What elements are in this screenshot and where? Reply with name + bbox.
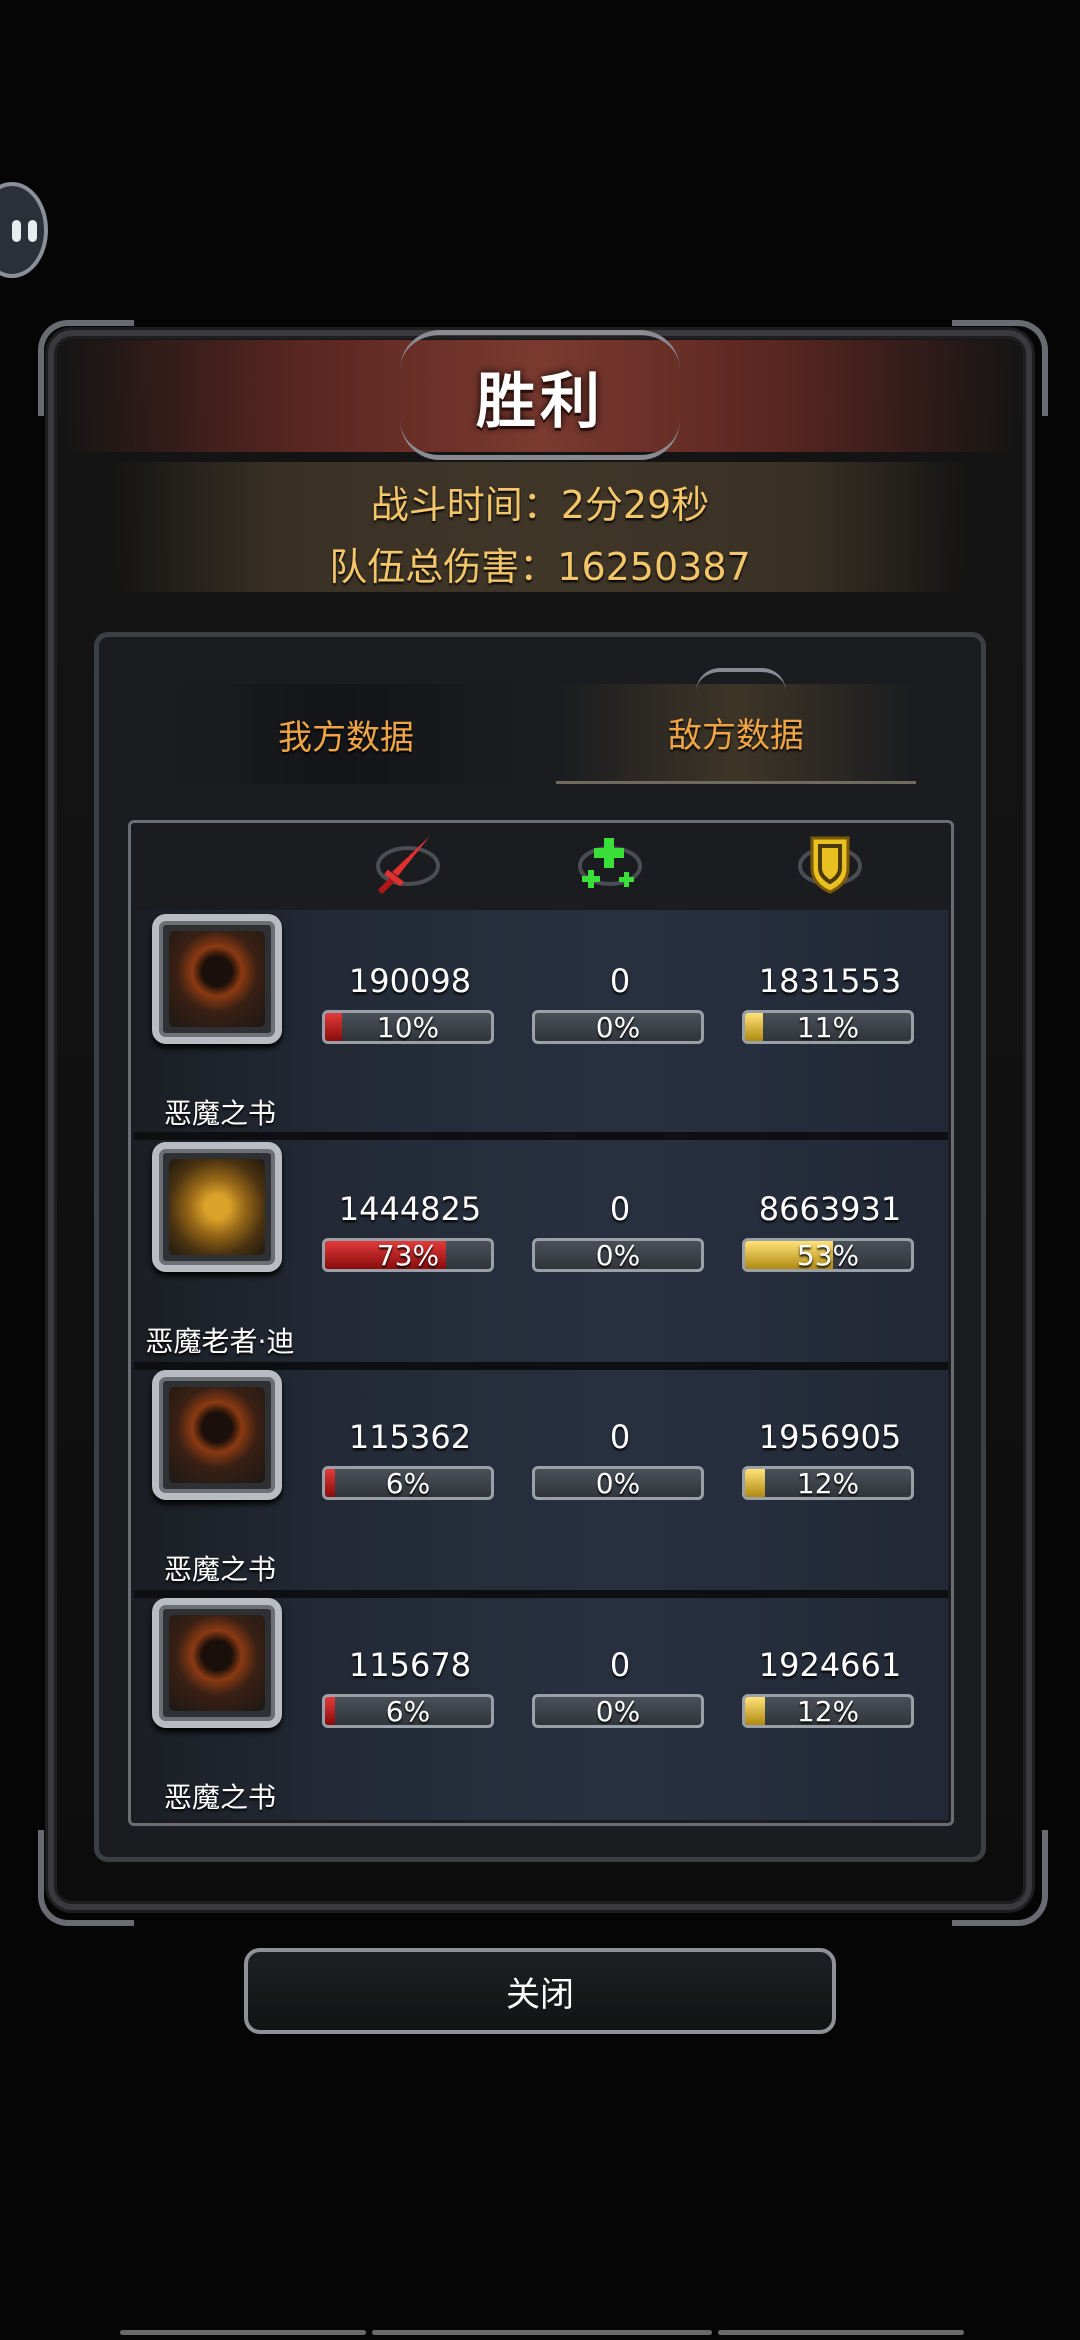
nav-indicator xyxy=(372,2330,712,2335)
damage-value: 115362 xyxy=(348,1418,472,1456)
damage-taken-share-bar: 12% xyxy=(742,1466,914,1500)
heal-share-bar: 0% xyxy=(532,1010,704,1044)
floating-assistant-button[interactable] xyxy=(0,182,48,278)
sword-icon xyxy=(376,836,440,895)
heal-cross-icon xyxy=(578,838,642,888)
dragon-icon xyxy=(169,1159,265,1255)
portrait-hooded-figure[interactable] xyxy=(152,1370,282,1500)
damage-value: 1444825 xyxy=(338,1190,482,1228)
damage-value: 190098 xyxy=(348,962,472,1000)
unit-name: 恶魔之书 xyxy=(163,1781,276,1814)
hooded-figure-icon xyxy=(169,931,265,1027)
damage-taken-percent: 53% xyxy=(796,1238,860,1272)
heal-value: 0 xyxy=(609,962,631,1000)
tab-enemy-data[interactable]: 敌方数据 xyxy=(556,684,916,784)
damage-share-bar: 6% xyxy=(322,1466,494,1500)
damage-taken-share-bar: 53% xyxy=(742,1238,914,1272)
unit-name: 恶魔之书 xyxy=(163,1553,276,1586)
heal-share-bar: 0% xyxy=(532,1238,704,1272)
damage-taken-percent: 12% xyxy=(796,1694,860,1728)
heal-value: 0 xyxy=(609,1190,631,1228)
row-divider xyxy=(134,1590,948,1598)
unit-name: 恶魔老者·迪 xyxy=(145,1325,295,1358)
damage-share-bar: 10% xyxy=(322,1010,494,1044)
portrait-dragon[interactable] xyxy=(152,1142,282,1272)
heal-share-bar: 0% xyxy=(532,1694,704,1728)
nav-indicator xyxy=(718,2330,964,2335)
portrait-hooded-figure[interactable] xyxy=(152,1598,282,1728)
eye-icon xyxy=(28,220,37,242)
nav-indicator xyxy=(120,2330,366,2335)
damage-taken-value: 1924661 xyxy=(758,1646,902,1684)
heal-value: 0 xyxy=(609,1418,631,1456)
damage-percent: 6% xyxy=(385,1694,431,1728)
damage-percent: 10% xyxy=(376,1010,440,1044)
heal-percent: 0% xyxy=(595,1238,641,1272)
team-total-damage-text: 队伍总伤害：16250387 xyxy=(329,545,751,589)
damage-taken-value: 8663931 xyxy=(758,1190,902,1228)
damage-taken-percent: 12% xyxy=(796,1466,860,1500)
unit-name: 恶魔之书 xyxy=(163,1097,276,1130)
hooded-figure-icon xyxy=(169,1387,265,1483)
heal-share-bar: 0% xyxy=(532,1466,704,1500)
damage-taken-share-bar: 12% xyxy=(742,1694,914,1728)
battle-time-text: 战斗时间：2分29秒 xyxy=(370,483,710,527)
eye-icon xyxy=(12,220,21,242)
heal-value: 0 xyxy=(609,1646,631,1684)
damage-taken-value: 1831553 xyxy=(758,962,902,1000)
title-ornament xyxy=(400,330,680,460)
heal-percent: 0% xyxy=(595,1010,641,1044)
damage-taken-share-bar: 11% xyxy=(742,1010,914,1044)
selected-tab-ornament xyxy=(696,668,786,692)
heal-percent: 0% xyxy=(595,1694,641,1728)
damage-value: 115678 xyxy=(348,1646,472,1684)
damage-taken-value: 1956905 xyxy=(758,1418,902,1456)
tab-our-data[interactable]: 我方数据 xyxy=(166,684,526,784)
row-divider xyxy=(134,1362,948,1370)
portrait-hooded-figure[interactable] xyxy=(152,914,282,1044)
heal-percent: 0% xyxy=(595,1466,641,1500)
row-divider xyxy=(134,1132,948,1140)
hooded-figure-icon xyxy=(169,1615,265,1711)
damage-taken-percent: 11% xyxy=(796,1010,860,1044)
shield-icon xyxy=(798,836,862,894)
damage-percent: 6% xyxy=(385,1466,431,1500)
damage-percent: 73% xyxy=(376,1238,440,1272)
close-button[interactable]: 关闭 xyxy=(244,1948,836,2034)
damage-share-bar: 6% xyxy=(322,1694,494,1728)
damage-share-bar: 73% xyxy=(322,1238,494,1272)
